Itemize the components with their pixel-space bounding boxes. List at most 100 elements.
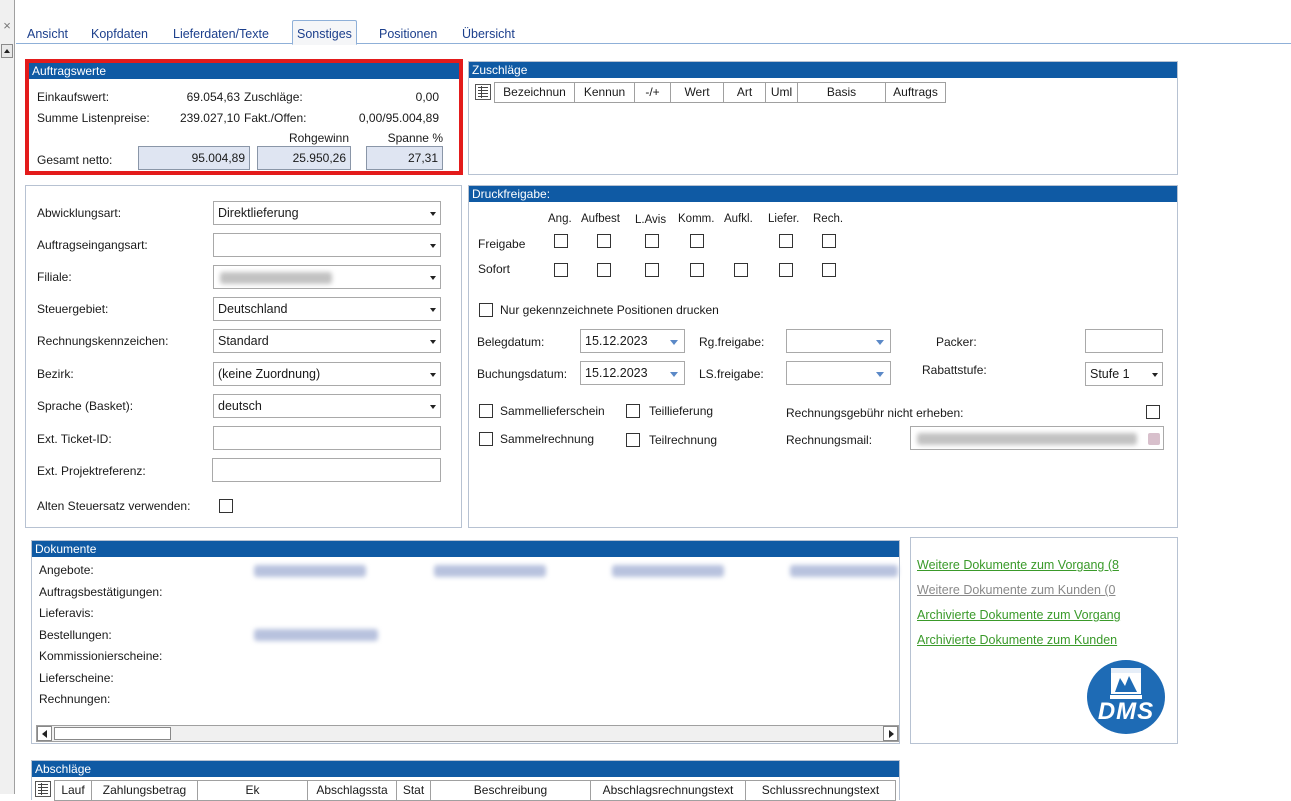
ls-freigabe-select[interactable] (786, 361, 891, 385)
teilrechnung-checkbox[interactable] (626, 433, 640, 447)
scroll-left-button[interactable] (37, 726, 52, 741)
freigabe-lavis-checkbox[interactable] (645, 234, 659, 248)
abschlaege-panel: Abschläge Lauf Zahlungsbetrag Ek Abschla… (31, 760, 900, 801)
ext-ticket-label: Ext. Ticket-ID: (37, 432, 112, 446)
col-zahlungsbetrag[interactable]: Zahlungsbetrag (92, 780, 198, 801)
grid-settings-icon[interactable] (35, 781, 51, 797)
angebot-link-1[interactable] (254, 565, 366, 577)
auftragswerte-header: Auftragswerte (29, 63, 459, 79)
ext-projektreferenz-input[interactable] (212, 458, 441, 482)
ext-ticket-input[interactable] (213, 426, 441, 450)
col-ek[interactable]: Ek (198, 780, 308, 801)
col-uml[interactable]: Uml (766, 82, 798, 103)
sofort-komm-checkbox[interactable] (690, 263, 704, 277)
gesamt-netto-value: 95.004,89 (138, 146, 250, 170)
col-wert[interactable]: Wert (671, 82, 724, 103)
rechnungskennzeichen-select[interactable]: Standard (213, 329, 441, 353)
col-stat[interactable]: Stat (397, 780, 431, 801)
abschlaege-header: Abschläge (32, 761, 899, 777)
chevron-down-icon (430, 373, 436, 377)
rg-freigabe-select[interactable] (786, 329, 891, 353)
packer-input[interactable] (1085, 329, 1163, 353)
rechnungskennzeichen-value: Standard (218, 334, 269, 348)
scroll-thumb[interactable] (54, 727, 171, 740)
bestellung-link-1[interactable] (254, 629, 378, 641)
rechnungsmail-select[interactable] (910, 426, 1164, 450)
freigabe-aufbest-checkbox[interactable] (597, 234, 611, 248)
col-art[interactable]: Art (724, 82, 766, 103)
grid-settings-icon[interactable] (475, 84, 491, 100)
belegdatum-picker[interactable]: 15.12.2023 (580, 329, 685, 353)
fakt-offen-label: Fakt./Offen: (244, 111, 307, 125)
rechnungsgebuehr-label: Rechnungsgebühr nicht erheben: (786, 406, 964, 420)
chevron-down-icon (430, 308, 436, 312)
dokumente-header: Dokumente (32, 541, 899, 557)
angebote-label: Angebote: (39, 563, 94, 577)
link-archivierte-dokumente-vorgang[interactable]: Archivierte Dokumente zum Vorgang (917, 608, 1121, 622)
link-archivierte-dokumente-kunden[interactable]: Archivierte Dokumente zum Kunden (917, 633, 1117, 647)
buchungsdatum-picker[interactable]: 15.12.2023 (580, 361, 685, 385)
col-aufkl: Aufkl. (724, 213, 753, 225)
link-weitere-dokumente-vorgang[interactable]: Weitere Dokumente zum Vorgang (8 (917, 558, 1119, 572)
teillieferung-checkbox[interactable] (626, 404, 640, 418)
horizontal-scrollbar[interactable] (36, 725, 899, 742)
bezirk-label: Bezirk: (37, 367, 74, 381)
druckfreigabe-panel: Druckfreigabe: Ang. Aufbest L.Avis Komm.… (468, 185, 1178, 528)
scroll-right-button[interactable] (883, 726, 898, 741)
tab-lieferdaten-texte[interactable]: Lieferdaten/Texte (169, 24, 273, 44)
abwicklungsart-select[interactable]: Direktlieferung (213, 201, 441, 225)
sofort-rech-checkbox[interactable] (822, 263, 836, 277)
col-auftrags[interactable]: Auftrags (886, 82, 946, 103)
nur-gekennzeichnete-checkbox[interactable] (479, 303, 493, 317)
zuschlaege-label: Zuschläge: (244, 90, 303, 104)
col-plusminus[interactable]: -/+ (635, 82, 671, 103)
rechnungsgebuehr-checkbox[interactable] (1146, 405, 1160, 419)
auftragseingangsart-select[interactable] (213, 233, 441, 257)
col-kennung[interactable]: Kennun (575, 82, 635, 103)
arrow-right-icon (889, 730, 894, 738)
col-ang: Ang. (548, 213, 572, 225)
col-schlussrechnungstext[interactable]: Schlussrechnungstext (746, 780, 896, 801)
sammellieferschein-checkbox[interactable] (479, 404, 493, 418)
dms-logo-text: DMS (1097, 698, 1155, 725)
freigabe-liefer-checkbox[interactable] (779, 234, 793, 248)
angebot-link-4[interactable] (790, 565, 898, 577)
col-basis[interactable]: Basis (798, 82, 886, 103)
bezirk-select[interactable]: (keine Zuordnung) (213, 362, 441, 386)
sammelrechnung-checkbox[interactable] (479, 432, 493, 446)
tab-positionen[interactable]: Positionen (375, 24, 441, 44)
angebot-link-2[interactable] (434, 565, 546, 577)
close-icon[interactable]: × (1, 19, 13, 34)
angebot-link-3[interactable] (612, 565, 724, 577)
kommissionierscheine-label: Kommissionierscheine: (39, 649, 163, 663)
tab-sonstiges[interactable]: Sonstiges (292, 20, 357, 45)
freigabe-komm-checkbox[interactable] (690, 234, 704, 248)
sprache-select[interactable]: deutsch (213, 394, 441, 418)
link-weitere-dokumente-kunden[interactable]: Weitere Dokumente zum Kunden (0 (917, 583, 1115, 597)
filiale-select[interactable] (213, 265, 441, 289)
sofort-aufkl-checkbox[interactable] (734, 263, 748, 277)
alter-steuersatz-checkbox[interactable] (219, 499, 233, 513)
col-lauf[interactable]: Lauf (54, 780, 92, 801)
sofort-ang-checkbox[interactable] (554, 263, 568, 277)
rabattstufe-select[interactable]: Stufe 1 (1085, 362, 1163, 386)
sofort-liefer-checkbox[interactable] (779, 263, 793, 277)
dms-logo[interactable]: DMS (1087, 660, 1165, 734)
freigabe-ang-checkbox[interactable] (554, 234, 568, 248)
tab-uebersicht[interactable]: Übersicht (458, 24, 519, 44)
sofort-lavis-checkbox[interactable] (645, 263, 659, 277)
freigabe-rech-checkbox[interactable] (822, 234, 836, 248)
col-abschlagsrechnungstext[interactable]: Abschlagsrechnungstext (591, 780, 746, 801)
col-beschreibung[interactable]: Beschreibung (431, 780, 591, 801)
abwicklung-panel: Abwicklungsart: Direktlieferung Auftrags… (25, 185, 462, 528)
steuergebiet-select[interactable]: Deutschland (213, 297, 441, 321)
tab-ansicht[interactable]: Ansicht (23, 24, 72, 44)
rabattstufe-label: Rabattstufe: (922, 363, 987, 377)
spanne-value: 27,31 (366, 146, 443, 170)
mail-dropdown-icon (1148, 433, 1160, 445)
sofort-aufbest-checkbox[interactable] (597, 263, 611, 277)
scroll-up-button[interactable] (1, 44, 13, 58)
tab-kopfdaten[interactable]: Kopfdaten (87, 24, 152, 44)
col-abschlagsstatus[interactable]: Abschlagssta (308, 780, 397, 801)
col-bezeichnung[interactable]: Bezeichnun (494, 82, 575, 103)
